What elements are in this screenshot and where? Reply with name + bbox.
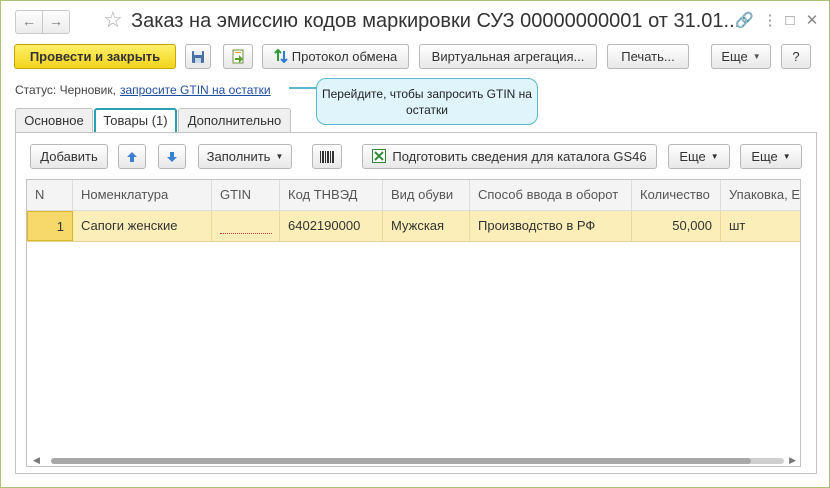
link-icon[interactable]: 🔗 (735, 11, 754, 31)
tooltip: Перейдите, чтобы запросить GTIN на остат… (316, 78, 538, 125)
back-button[interactable]: ← (15, 10, 43, 34)
more-vertical-icon[interactable]: ⋮ (761, 11, 779, 31)
request-gtin-link[interactable]: запросите GTIN на остатки (120, 83, 271, 97)
cell-package[interactable]: шт (721, 211, 800, 241)
barcode-button[interactable] (312, 144, 342, 169)
post-and-close-button[interactable]: Провести и закрыть (14, 44, 176, 69)
cell-gtin[interactable] (212, 211, 280, 241)
exchange-log-label: Протокол обмена (291, 49, 398, 64)
table-header: N Номенклатура GTIN Код ТНВЭД Вид обуви … (27, 180, 800, 211)
tab-main[interactable]: Основное (15, 108, 93, 133)
window-title: Заказ на эмиссию кодов маркировки СУЗ 00… (131, 10, 746, 32)
goods-table[interactable]: N Номенклатура GTIN Код ТНВЭД Вид обуви … (26, 179, 801, 467)
save-button[interactable] (185, 44, 211, 69)
chevron-down-icon: ▼ (782, 152, 791, 161)
close-icon[interactable]: ✕ (803, 11, 821, 31)
document-window: ← → ☆ Заказ на эмиссию кодов маркировки … (0, 0, 830, 488)
status-label: Статус: (15, 83, 57, 97)
add-button[interactable]: Добавить (30, 144, 108, 169)
barcode-icon (320, 151, 334, 163)
column-header-package[interactable]: Упаковка, Е (721, 180, 800, 211)
arrow-up-icon (127, 152, 137, 162)
command-bar: Провести и закрыть Протокол обмена Вирту… (1, 41, 829, 77)
more-label: Еще (721, 49, 748, 64)
chevron-down-icon: ▼ (710, 152, 719, 161)
column-header-shoe-type[interactable]: Вид обуви (383, 180, 470, 211)
chevron-down-icon: ▼ (275, 152, 284, 161)
print-button[interactable]: Печать... (607, 44, 689, 69)
scroll-right-icon[interactable]: ▶ (789, 455, 796, 466)
arrow-down-icon (167, 152, 177, 162)
prepare-gs46-button[interactable]: Подготовить сведения для каталога GS46 (362, 144, 657, 169)
title-bar: ← → ☆ Заказ на эмиссию кодов маркировки … (1, 1, 829, 41)
more-label-1: Еще (679, 149, 706, 164)
cell-shoe-type[interactable]: Мужская (383, 211, 470, 241)
tab-goods[interactable]: Товары (1) (94, 108, 177, 134)
cell-quantity[interactable]: 50,000 (632, 211, 721, 241)
goods-panel: Добавить Заполнить ▼ Подготовить сведения… (15, 132, 817, 474)
maximize-icon[interactable]: □ (781, 11, 799, 31)
save-icon (192, 51, 204, 63)
cell-input-method[interactable]: Производство в РФ (470, 211, 632, 241)
more-button-1[interactable]: Еще ▼ (668, 144, 730, 169)
excel-icon (372, 149, 387, 163)
more-button-2[interactable]: Еще ▼ (740, 144, 802, 169)
exchange-log-button[interactable]: Протокол обмена (262, 44, 409, 69)
column-header-nomenclature[interactable]: Номенклатура (73, 180, 212, 211)
create-based-on-button[interactable] (223, 44, 253, 69)
arrow-left-icon: ← (22, 13, 36, 29)
required-underline (220, 233, 272, 234)
more-label-2: Еще (751, 149, 778, 164)
prepare-gs46-label: Подготовить сведения для каталога GS46 (392, 149, 647, 164)
horizontal-scrollbar[interactable]: ◀ ▶ (27, 454, 800, 466)
column-header-input-method[interactable]: Способ ввода в оборот (470, 180, 632, 211)
status-line: Статус: Черновик, запросите GTIN на остат… (15, 83, 271, 97)
more-button[interactable]: Еще ▼ (711, 44, 771, 69)
status-value: Черновик, (59, 83, 116, 97)
scroll-left-icon[interactable]: ◀ (33, 455, 40, 466)
tooltip-pointer (289, 87, 319, 89)
scroll-thumb[interactable] (51, 458, 751, 464)
fill-label: Заполнить (206, 149, 271, 164)
forward-button[interactable]: → (42, 10, 70, 34)
chevron-down-icon: ▼ (752, 52, 761, 61)
column-header-n[interactable]: N (27, 180, 73, 211)
star-icon[interactable]: ☆ (103, 7, 123, 33)
help-button[interactable]: ? (781, 44, 811, 69)
cell-nomenclature[interactable]: Сапоги женские (73, 211, 212, 241)
cell-tnved[interactable]: 6402190000 (280, 211, 383, 241)
column-header-tnved[interactable]: Код ТНВЭД (280, 180, 383, 211)
exchange-arrows-icon (274, 48, 288, 64)
fill-button[interactable]: Заполнить ▼ (198, 144, 292, 169)
document-export-icon (232, 49, 244, 64)
virtual-aggregation-button[interactable]: Виртуальная агрегация... (419, 44, 597, 69)
column-header-gtin[interactable]: GTIN (212, 180, 280, 211)
column-header-quantity[interactable]: Количество (632, 180, 721, 211)
table-row[interactable]: 1 Сапоги женские 6402190000 Мужская Прои… (27, 211, 800, 242)
arrow-right-icon: → (49, 13, 63, 29)
move-down-button[interactable] (158, 144, 186, 169)
cell-n[interactable]: 1 (27, 211, 73, 241)
move-up-button[interactable] (118, 144, 146, 169)
tab-additional[interactable]: Дополнительно (178, 108, 291, 133)
